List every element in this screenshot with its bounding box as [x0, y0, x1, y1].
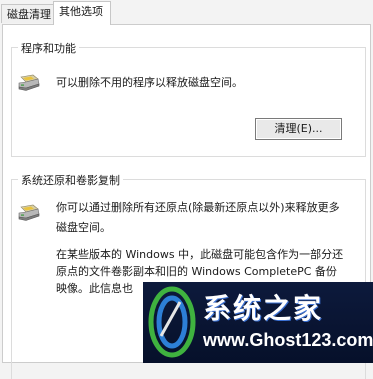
disk-drive-icon: [18, 204, 40, 221]
programs-features-description: 可以删除不用的程序以释放磁盘空间。: [56, 76, 243, 89]
watermark-logo-icon: [148, 286, 196, 358]
tab-disk-cleanup[interactable]: 磁盘清理: [1, 4, 54, 23]
restore-description-line-1: 你可以通过删除所有还原点(除最新还原点以外)来释放更多: [56, 201, 340, 214]
watermark-banner: 系统之家 www.Ghost123.com: [143, 282, 373, 363]
tab-strip: 磁盘清理 其他选项: [0, 0, 373, 25]
disk-drive-icon: [18, 74, 40, 91]
shadow-copy-info-line-2: 原点的文件卷影副本和旧的 Windows CompletePC 备份: [56, 265, 337, 278]
tab-more-options[interactable]: 其他选项: [53, 1, 111, 25]
watermark-title: 系统之家: [203, 292, 324, 325]
system-restore-heading: 系统还原和卷影复制: [18, 172, 123, 188]
shadow-copy-info-line-3: 映像。此信息也: [56, 282, 133, 295]
cleanup-button[interactable]: 清理(E)...: [255, 118, 342, 140]
shadow-copy-info-line-1: 在某些版本的 Windows 中，此磁盘可能包含作为一部分还: [56, 248, 344, 261]
programs-features-group: 程序和功能 可以删除不用的程序以释放磁盘空间。 清理(E)...: [11, 40, 366, 157]
watermark-url: www.Ghost123.com: [203, 330, 373, 350]
programs-features-heading: 程序和功能: [18, 40, 79, 56]
restore-description-line-2: 磁盘空间。: [56, 221, 111, 234]
